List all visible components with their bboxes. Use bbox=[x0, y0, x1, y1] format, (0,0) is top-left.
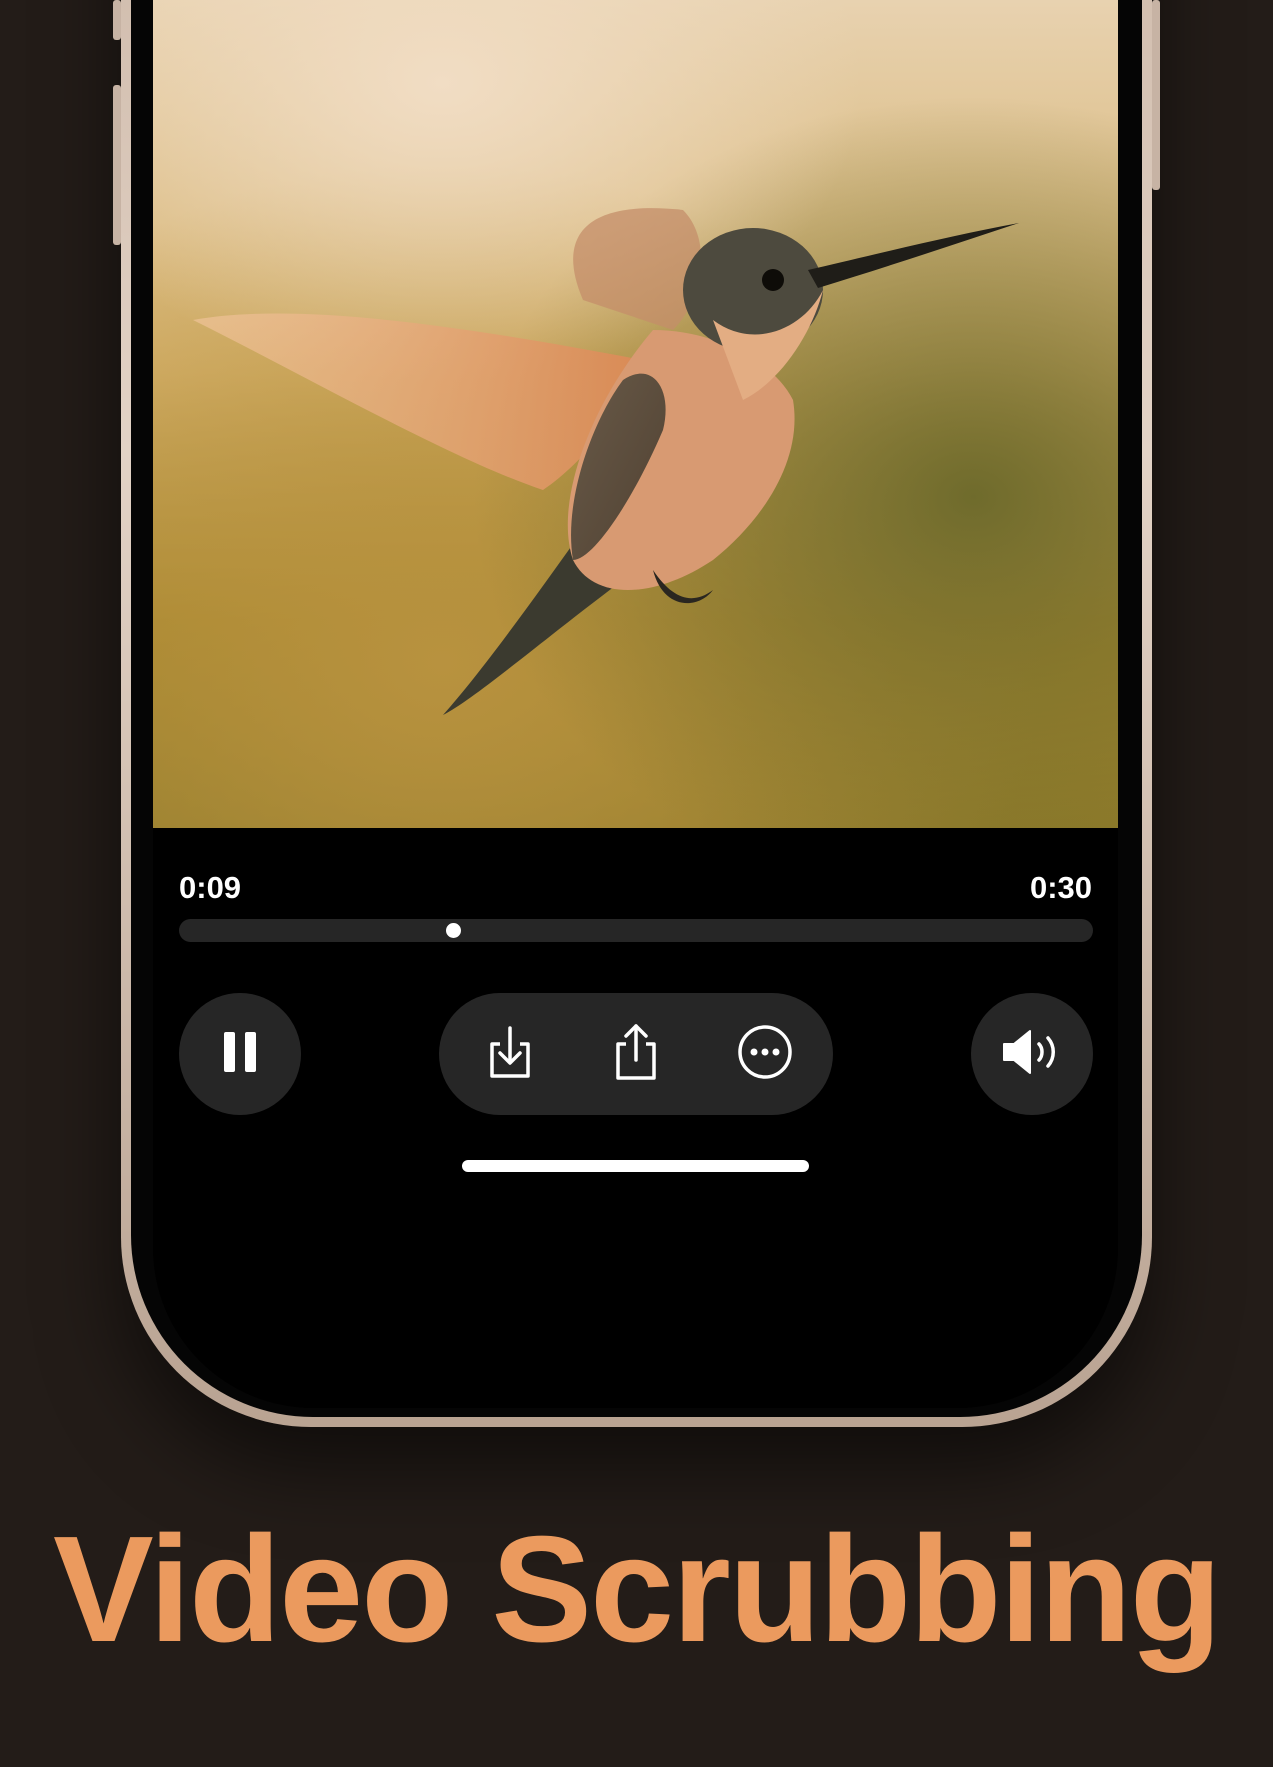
volume-icon bbox=[1002, 1028, 1062, 1081]
scrubber-track[interactable] bbox=[179, 919, 1093, 942]
share-button[interactable] bbox=[605, 1023, 667, 1085]
volume-button[interactable] bbox=[971, 993, 1093, 1115]
home-indicator[interactable] bbox=[462, 1160, 809, 1172]
back-wing bbox=[573, 208, 702, 330]
more-button[interactable] bbox=[734, 1023, 796, 1085]
video-frame[interactable] bbox=[153, 0, 1118, 828]
download-icon bbox=[484, 1024, 536, 1085]
phone-side-button bbox=[113, 85, 121, 245]
front-wing bbox=[193, 313, 643, 490]
scrubber-thumb[interactable] bbox=[446, 923, 462, 938]
current-time: 0:09 bbox=[179, 870, 242, 905]
action-pill bbox=[439, 993, 833, 1115]
phone-side-button bbox=[113, 0, 121, 40]
marketing-canvas: 0:09 0:30 Video Scrubbing bbox=[0, 0, 1273, 1767]
beak bbox=[808, 223, 1019, 288]
eye bbox=[762, 269, 784, 291]
more-icon bbox=[737, 1024, 793, 1085]
hummingbird-illustration bbox=[193, 208, 1019, 715]
total-time: 0:30 bbox=[1029, 870, 1092, 905]
pause-icon bbox=[222, 1030, 258, 1079]
share-icon bbox=[610, 1022, 662, 1087]
download-button[interactable] bbox=[479, 1023, 541, 1085]
pause-button[interactable] bbox=[179, 993, 301, 1115]
phone-side-button bbox=[1152, 0, 1160, 190]
phone-screen: 0:09 0:30 bbox=[153, 0, 1118, 1408]
page-title: Video Scrubbing bbox=[53, 1504, 1222, 1673]
